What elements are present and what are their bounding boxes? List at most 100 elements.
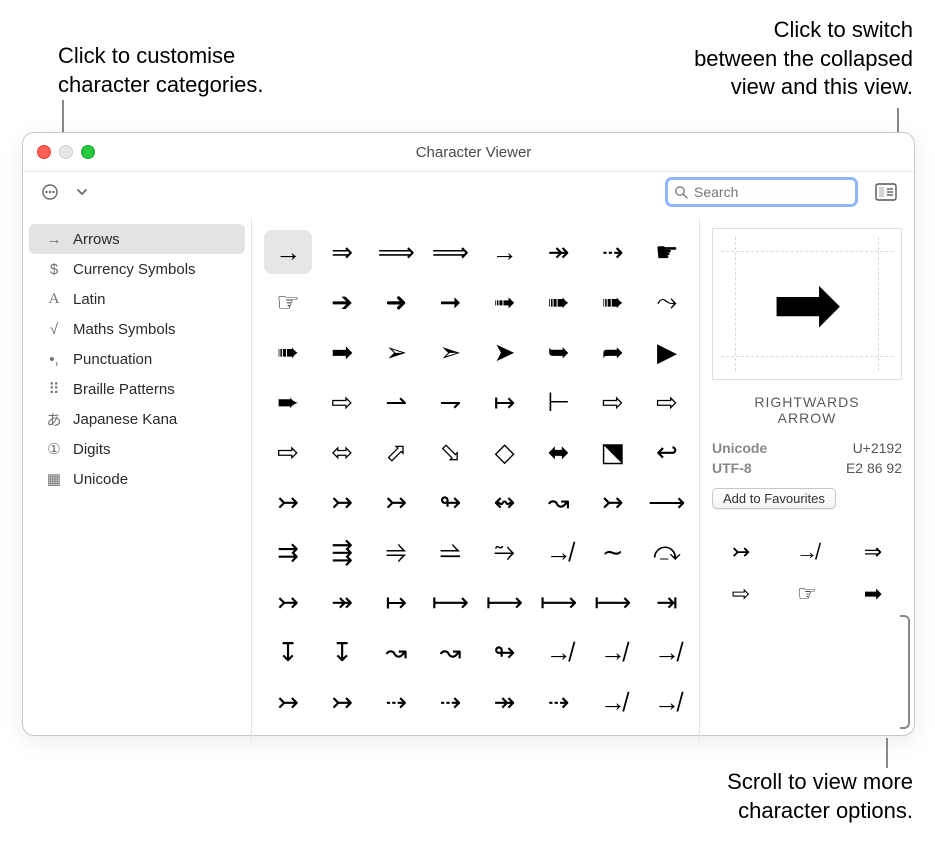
character-cell[interactable]: ↣	[589, 480, 637, 524]
character-cell[interactable]: ➞	[426, 280, 474, 324]
character-cell[interactable]: ⟹	[372, 230, 420, 274]
character-cell[interactable]: ➠	[589, 280, 637, 324]
character-cell[interactable]: ⇢	[426, 680, 474, 724]
character-cell[interactable]: ➠	[535, 280, 583, 324]
character-cell[interactable]: ➠	[264, 330, 312, 374]
character-cell[interactable]: ➢	[372, 330, 420, 374]
zoom-window-button[interactable]	[81, 145, 95, 159]
character-cell[interactable]: ⇨	[264, 430, 312, 474]
character-cell[interactable]: ↧	[318, 630, 366, 674]
character-cell[interactable]: ⇉	[264, 530, 312, 574]
character-cell[interactable]: ↠	[481, 680, 529, 724]
variant-glyph[interactable]: ↣	[712, 539, 770, 565]
character-cell[interactable]: ⟼	[589, 580, 637, 624]
sidebar-item-digits[interactable]: ① Digits	[29, 434, 245, 464]
character-cell[interactable]: ⇨	[318, 380, 366, 424]
character-cell[interactable]: ↛	[535, 530, 583, 574]
add-to-favourites-button[interactable]: Add to Favourites	[712, 488, 836, 509]
character-cell[interactable]: ⟹	[426, 230, 474, 274]
character-cell[interactable]: ➣	[426, 330, 474, 374]
character-cell[interactable]: ⇒	[318, 230, 366, 274]
sidebar-item-latin[interactable]: A Latin	[29, 284, 245, 314]
character-cell[interactable]: ☞	[264, 280, 312, 324]
character-cell[interactable]: ⇀	[372, 380, 420, 424]
search-field[interactable]	[665, 177, 858, 207]
character-cell[interactable]: ⥲	[481, 530, 529, 574]
character-cell[interactable]: ⟼	[481, 580, 529, 624]
sidebar-item-arrows[interactable]: → Arrows	[29, 224, 245, 254]
variant-glyph[interactable]: ⇨	[712, 581, 770, 607]
character-cell[interactable]: ↦	[372, 580, 420, 624]
character-cell[interactable]: ⊢	[535, 380, 583, 424]
character-cell[interactable]: ∼	[589, 530, 637, 574]
character-cell[interactable]: ⇥	[643, 580, 691, 624]
character-cell[interactable]: ➨	[264, 380, 312, 424]
character-cell[interactable]: ↣	[372, 480, 420, 524]
character-cell[interactable]: ↧	[264, 630, 312, 674]
category-menu-chevron[interactable]	[69, 180, 95, 204]
character-cell[interactable]: ↝	[426, 630, 474, 674]
minimize-window-button[interactable]	[59, 145, 73, 159]
character-cell[interactable]: ↝	[372, 630, 420, 674]
character-cell[interactable]: ⇨	[643, 380, 691, 424]
character-cell[interactable]: ↬	[481, 630, 529, 674]
character-cell[interactable]: ↣	[318, 480, 366, 524]
character-cell[interactable]: →	[481, 230, 529, 274]
character-cell[interactable]: ▶	[643, 330, 691, 374]
character-cell[interactable]: ↛	[535, 630, 583, 674]
sidebar-item-japanese-kana[interactable]: あ Japanese Kana	[29, 404, 245, 434]
character-cell[interactable]: ➟	[481, 280, 529, 324]
character-cell[interactable]: ⟶	[643, 480, 691, 524]
character-cell[interactable]: ⬌	[535, 430, 583, 474]
character-cell[interactable]: ↦	[481, 380, 529, 424]
character-cell[interactable]: ⬂	[426, 430, 474, 474]
character-cell[interactable]: ↭	[481, 480, 529, 524]
search-input[interactable]	[692, 183, 849, 201]
character-cell[interactable]: ↣	[264, 480, 312, 524]
character-cell[interactable]: ↝	[535, 480, 583, 524]
character-cell[interactable]: ⇁	[426, 380, 474, 424]
character-cell[interactable]: ⇨	[589, 380, 637, 424]
variant-glyph[interactable]: ↛	[778, 539, 836, 565]
character-cell[interactable]: ⇢	[589, 230, 637, 274]
sidebar-item-braille[interactable]: ⠿ Braille Patterns	[29, 374, 245, 404]
character-cell[interactable]: ↠	[535, 230, 583, 274]
toggle-collapse-button[interactable]	[872, 180, 900, 204]
character-cell[interactable]: ⬀	[372, 430, 420, 474]
character-cell[interactable]: ⥤	[372, 530, 420, 574]
character-cell[interactable]: →	[264, 230, 312, 274]
sidebar-item-maths[interactable]: √ Maths Symbols	[29, 314, 245, 344]
character-cell[interactable]: ➦	[589, 330, 637, 374]
character-cell[interactable]: ↣	[264, 580, 312, 624]
character-cell[interactable]: ↛	[643, 680, 691, 724]
character-cell[interactable]: ↬	[426, 480, 474, 524]
character-cell[interactable]: ↣	[318, 680, 366, 724]
character-cell[interactable]: ➤	[481, 330, 529, 374]
character-cell[interactable]: ↣	[264, 680, 312, 724]
character-cell[interactable]: ↩	[643, 430, 691, 474]
character-cell[interactable]: ⤳	[643, 280, 691, 324]
character-cell[interactable]: ↛	[643, 630, 691, 674]
character-cell[interactable]: ⬄	[318, 430, 366, 474]
character-cell[interactable]: ⇢	[372, 680, 420, 724]
character-cell[interactable]: ↠	[318, 580, 366, 624]
character-cell[interactable]: ◇	[481, 430, 529, 474]
sidebar-item-unicode[interactable]: ▦ Unicode	[29, 464, 245, 494]
sidebar-item-punctuation[interactable]: •, Punctuation	[29, 344, 245, 374]
character-cell[interactable]: ➡	[318, 330, 366, 374]
character-cell[interactable]: ➜	[372, 280, 420, 324]
character-cell[interactable]: ⇶	[318, 530, 366, 574]
customise-categories-button[interactable]	[37, 180, 63, 204]
character-cell[interactable]: ☛	[643, 230, 691, 274]
variant-glyph[interactable]: ➡	[844, 581, 902, 607]
variant-glyph[interactable]: ☞	[778, 581, 836, 607]
character-cell[interactable]: ⬔	[589, 430, 637, 474]
character-cell[interactable]: ⟼	[535, 580, 583, 624]
character-cell[interactable]: ⤼	[643, 530, 691, 574]
variant-glyph[interactable]: ⇒	[844, 539, 902, 565]
character-cell[interactable]: ⟼	[426, 580, 474, 624]
sidebar-item-currency[interactable]: $ Currency Symbols	[29, 254, 245, 284]
character-grid-pane[interactable]: →⇒⟹⟹→↠⇢☛☞➔➜➞➟➠➠⤳➠➡➢➣➤➥➦▶➨⇨⇀⇁↦⊢⇨⇨⇨⬄⬀⬂◇⬌⬔↩…	[252, 218, 699, 742]
character-cell[interactable]: ➥	[535, 330, 583, 374]
character-cell[interactable]: ↛	[589, 630, 637, 674]
